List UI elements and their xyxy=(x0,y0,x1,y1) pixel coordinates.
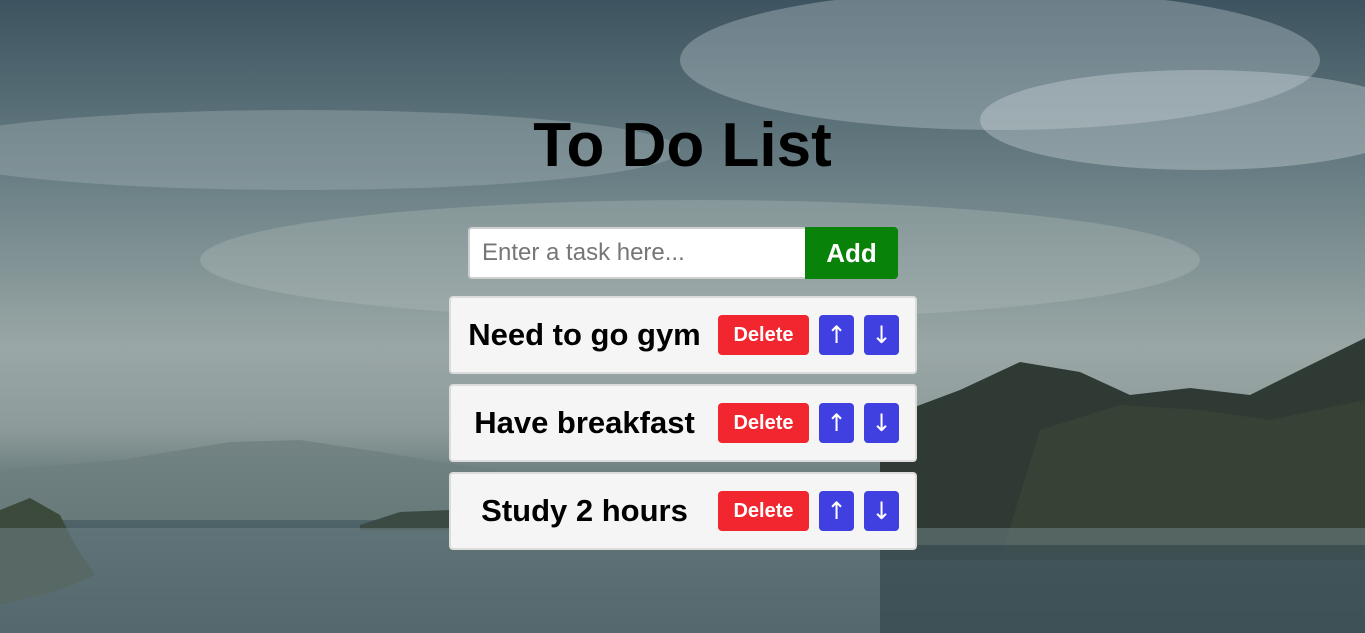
task-text: Have breakfast xyxy=(474,405,695,440)
add-task-form: Add xyxy=(468,227,898,279)
delete-button[interactable]: Delete xyxy=(718,403,809,443)
down-arrow-icon[interactable]: ↓ xyxy=(864,403,899,443)
delete-button[interactable]: Delete xyxy=(718,491,809,531)
todo-app: To Do List Add Need to go gym Delete ↑ ↓… xyxy=(0,0,1365,633)
task-text: Need to go gym xyxy=(468,317,701,352)
down-arrow-icon[interactable]: ↓ xyxy=(864,491,899,531)
task-item: Need to go gym Delete ↑ ↓ xyxy=(449,296,917,374)
task-list: Need to go gym Delete ↑ ↓ Have breakfast… xyxy=(449,296,917,560)
task-text: Study 2 hours xyxy=(481,493,688,528)
page-title: To Do List xyxy=(533,111,832,180)
down-arrow-icon[interactable]: ↓ xyxy=(864,315,899,355)
up-arrow-icon[interactable]: ↑ xyxy=(819,403,854,443)
delete-button[interactable]: Delete xyxy=(718,315,809,355)
up-arrow-icon[interactable]: ↑ xyxy=(819,491,854,531)
up-arrow-icon[interactable]: ↑ xyxy=(819,315,854,355)
task-input[interactable] xyxy=(468,227,805,279)
task-item: Have breakfast Delete ↑ ↓ xyxy=(449,384,917,462)
task-item: Study 2 hours Delete ↑ ↓ xyxy=(449,472,917,550)
add-button[interactable]: Add xyxy=(805,227,898,279)
